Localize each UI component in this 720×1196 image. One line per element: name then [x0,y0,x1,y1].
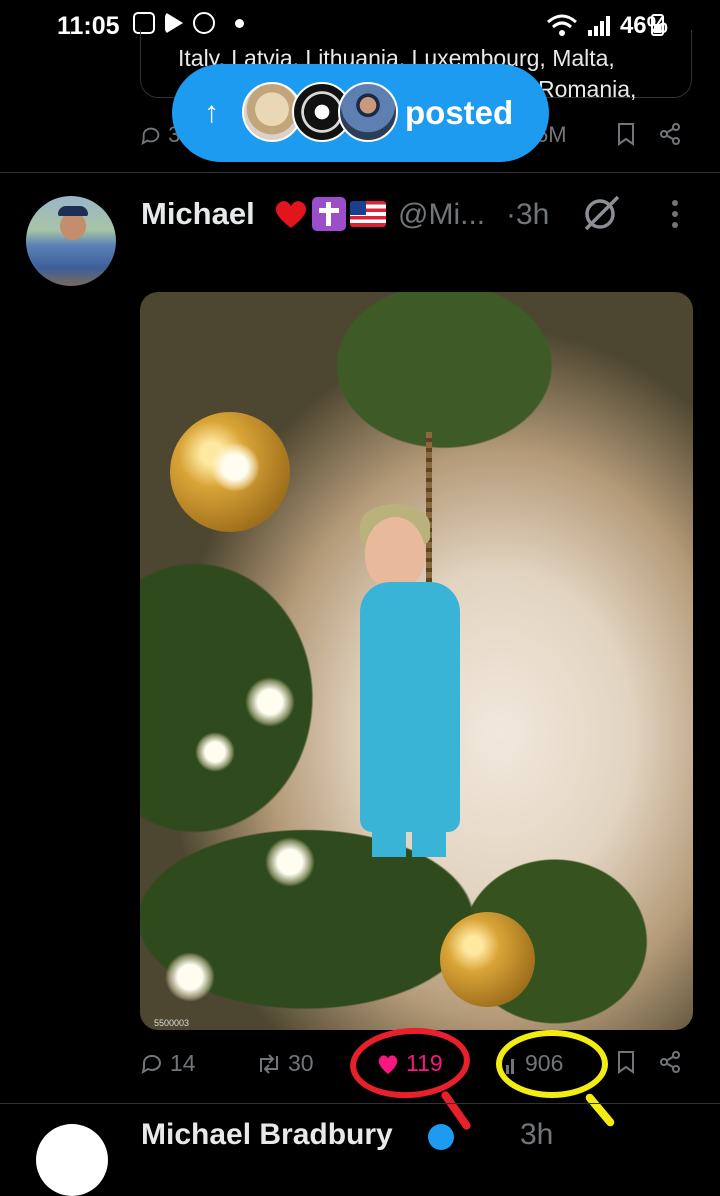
author-name[interactable]: Michael [141,196,255,232]
new-posts-label: posted [405,94,514,131]
tweet-media-image[interactable]: 5500003 [140,292,693,1030]
tweet-divider [0,1103,720,1104]
previous-bookmark-button[interactable] [616,122,636,151]
red-annotation-circle [347,1023,473,1103]
figure-head [365,517,425,589]
reply-icon [141,1054,161,1074]
quoted-tweet-text-2: Romania, [538,76,637,102]
yellow-annotation-stroke [584,1092,616,1128]
more-options-icon[interactable] [672,200,678,233]
retweet-count: 30 [288,1050,314,1076]
tree-light [210,442,260,492]
share-icon [660,1051,680,1073]
next-tweet-time[interactable]: 3h [520,1118,553,1152]
dot-icon [235,18,244,28]
next-author-name[interactable]: Michael Bradbury [141,1118,393,1152]
bookmark-button[interactable] [616,1050,636,1074]
yellow-annotation-circle [496,1030,608,1098]
tree-light [265,837,315,887]
bookmark-icon [618,123,634,146]
reply-count: 14 [170,1050,196,1076]
figure-legs [372,812,447,857]
tree-light [195,732,235,772]
cross-emoji-icon [312,197,346,231]
grok-icon[interactable] [582,193,622,233]
bookmark-icon [618,1051,634,1074]
reply-icon [141,127,160,146]
red-heart-emoji-icon [275,201,307,228]
verified-badge-icon [428,1124,454,1150]
arrow-up-icon: ↑ [204,96,219,129]
author-avatar[interactable] [26,196,116,286]
share-button[interactable] [658,1050,682,1074]
reply-button[interactable]: 14 [140,1050,196,1077]
share-icon [660,123,680,145]
clock: 11:05 [57,12,120,40]
previous-share-button[interactable] [658,122,682,151]
retweet-button[interactable]: 30 [256,1050,314,1077]
pill-avatar-3 [338,82,398,142]
media-watermark: 5500003 [154,1018,190,1028]
figure-body [360,582,460,832]
tree-light [245,677,295,727]
tweet-divider [0,172,720,173]
retweet-icon [260,1053,278,1074]
gold-ornament [440,912,535,1007]
tweet-time[interactable]: ·3h [506,198,549,232]
tree-light [165,952,215,1002]
author-handle[interactable]: @Mi... [398,198,485,232]
us-flag-emoji-icon [350,201,386,227]
